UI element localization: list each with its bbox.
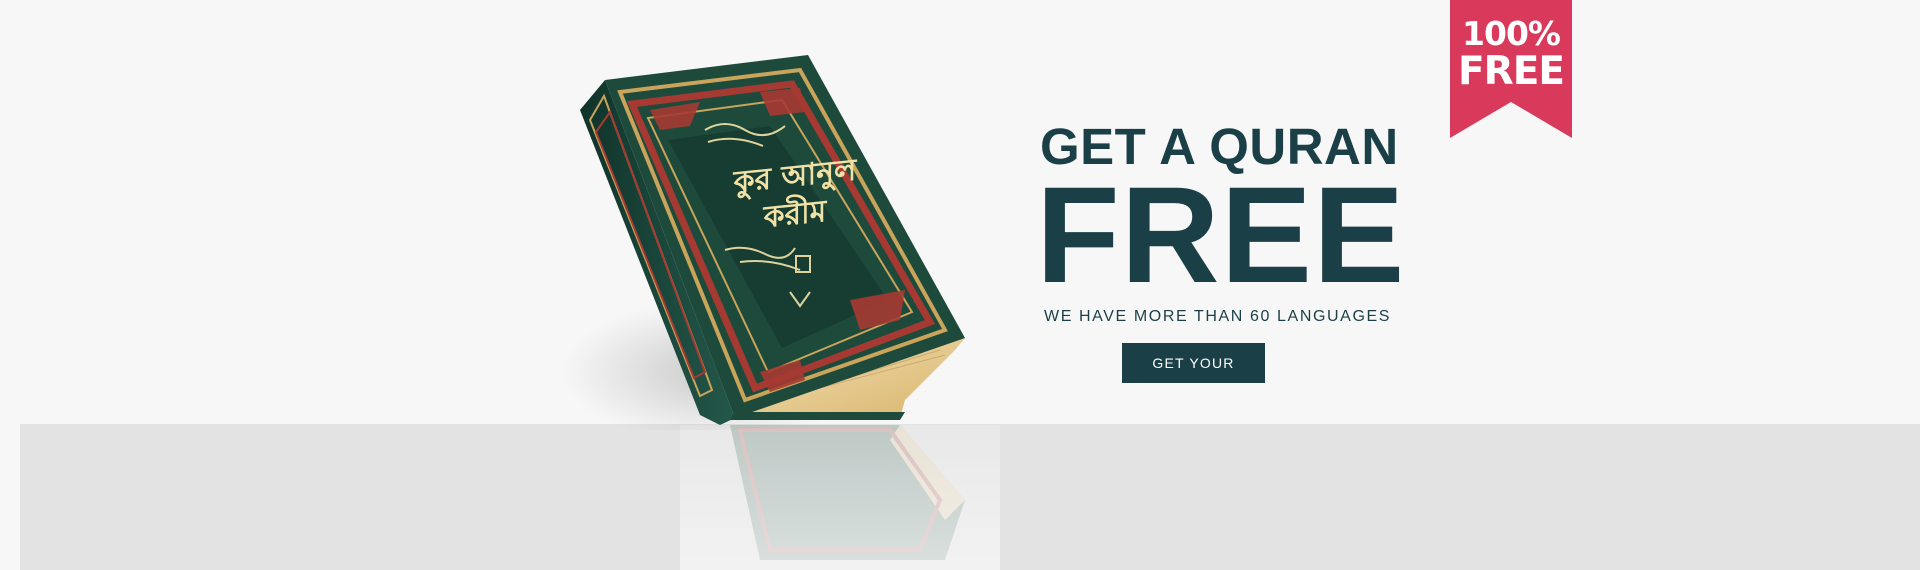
get-your-button[interactable]: GET YOUR: [1122, 343, 1265, 383]
hero-headline: GET A QURAN FREE WE HAVE MORE THAN 60 LA…: [1036, 120, 1404, 326]
quran-book-image: কুর আনুল করীম: [0, 0, 1920, 570]
ribbon-line1: 100%: [1462, 14, 1561, 53]
headline-line2: FREE: [1036, 159, 1406, 312]
book-cover-title: কুর আনুল করীম: [720, 150, 869, 242]
ribbon-text: 100% FREE: [1450, 16, 1572, 92]
subheadline: WE HAVE MORE THAN 60 LANGUAGES: [1044, 308, 1392, 325]
ribbon-line2: FREE: [1458, 49, 1565, 94]
